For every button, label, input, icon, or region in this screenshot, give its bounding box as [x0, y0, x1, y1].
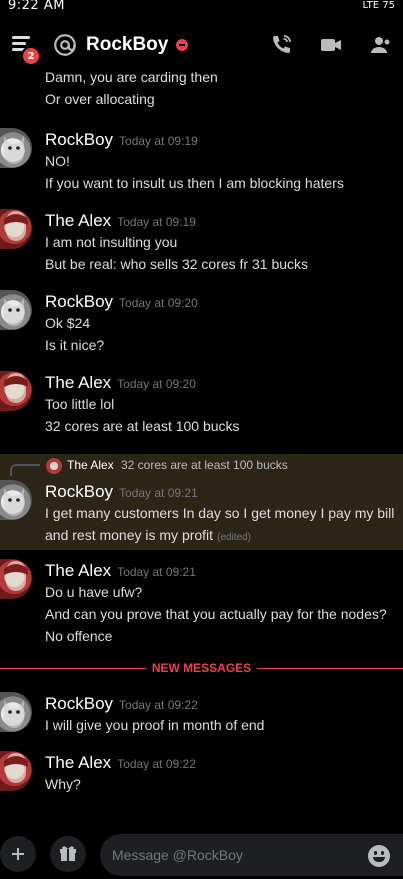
message-text: Damn, you are carding then [45, 72, 218, 85]
reply-avatar [46, 458, 62, 474]
message-text: I am not insulting you [45, 234, 178, 250]
add-attachment-button[interactable] [0, 836, 36, 872]
call-icon[interactable] [269, 33, 293, 57]
message-text: If you want to insult us then I am block… [45, 175, 344, 191]
video-call-icon[interactable] [319, 33, 343, 57]
message-author[interactable]: The Alex [45, 753, 111, 772]
reply-author[interactable]: The Alex [67, 458, 114, 472]
message-list[interactable]: The Alex 32 cores are at least 100 bucks… [0, 72, 403, 830]
reply-preview[interactable]: 32 cores are at least 100 bucks [121, 458, 288, 472]
message-text-wrap: and rest money is my profit (edited) [45, 524, 397, 549]
message-timestamp: Today at 09:22 [119, 698, 198, 712]
message-text: And can you prove that you actually pay … [45, 606, 387, 622]
dm-title: RockBoy [86, 34, 169, 55]
avatar[interactable] [0, 371, 32, 411]
avatar[interactable] [0, 128, 32, 168]
message-timestamp: Today at 09:21 [119, 486, 198, 500]
menu-bar [12, 42, 26, 45]
dm-header: 2 RockBoy [0, 18, 403, 72]
message-timestamp: Today at 09:20 [117, 377, 196, 391]
message-text: I get many customers In day so I get mon… [45, 505, 395, 521]
message[interactable]: RockBoy Today at 09:22 I will give you pr… [45, 694, 397, 736]
status-bar: 9:22 AM LTE 75 [0, 0, 403, 18]
message-text: Ok $24 [45, 315, 91, 331]
edited-marker: (edited) [217, 532, 251, 543]
emoji-mouth [373, 857, 385, 862]
divider-rule [0, 667, 146, 669]
message-text: Why? [45, 776, 81, 792]
message-text: and rest money is my profit [45, 527, 214, 543]
message[interactable]: RockBoy Today at 09:19 NO! If you want to… [45, 130, 397, 194]
message-author[interactable]: The Alex [45, 211, 111, 230]
message-timestamp: Today at 09:19 [117, 215, 196, 229]
gift-button[interactable] [50, 836, 86, 872]
message[interactable]: RockBoy Today at 09:20 Ok $24 Is it nice? [45, 292, 397, 356]
reply-connector [10, 464, 40, 476]
message-author[interactable]: The Alex [45, 561, 111, 580]
message-author[interactable]: RockBoy [45, 694, 113, 713]
gift-icon [60, 846, 76, 861]
members-icon[interactable] [369, 33, 393, 57]
message-text: No offence [45, 628, 113, 644]
message[interactable]: The Alex Today at 09:22 Why? [45, 753, 397, 795]
message-author[interactable]: RockBoy [45, 130, 113, 149]
message[interactable]: The Alex Today at 09:19 I am not insultin… [45, 211, 397, 275]
new-messages-divider: NEW MESSAGES [0, 660, 403, 676]
avatar[interactable] [0, 559, 32, 599]
message-author[interactable]: RockBoy [45, 292, 113, 311]
message[interactable]: The Alex Today at 09:20 Too little lol 32… [45, 373, 397, 437]
message-timestamp: Today at 09:21 [117, 565, 196, 579]
message-input-placeholder: Message @RockBoy [112, 847, 243, 863]
menu-button[interactable]: 2 [10, 30, 41, 66]
emoji-icon[interactable] [368, 845, 390, 867]
message[interactable]: Damn, you are carding then Or over alloc… [45, 72, 397, 110]
message-timestamp: Today at 09:20 [119, 296, 198, 310]
message-text: Too little lol [45, 396, 115, 412]
plus-icon [12, 848, 24, 860]
message-author[interactable]: RockBoy [45, 482, 113, 501]
message-text: Is it nice? [45, 337, 105, 353]
message[interactable]: RockBoy Today at 09:21 I get many custome… [45, 482, 397, 549]
message-text: NO! [45, 153, 70, 169]
new-messages-label: NEW MESSAGES [151, 661, 252, 675]
message-text: Or over allocating [45, 91, 155, 107]
status-info: LTE 75 [362, 0, 395, 11]
avatar[interactable] [0, 751, 32, 791]
dnd-status-icon [176, 39, 189, 51]
message-text: Do u have ufw? [45, 584, 143, 600]
avatar[interactable] [0, 692, 32, 732]
message-text: 32 cores are at least 100 bucks [45, 418, 240, 434]
message-text: But be real: who sells 32 cores fr 31 bu… [45, 256, 309, 272]
message-input[interactable]: Message @RockBoy [100, 834, 403, 876]
avatar[interactable] [0, 290, 32, 330]
unread-badge: 2 [21, 46, 41, 66]
avatar[interactable] [0, 209, 32, 249]
message[interactable]: The Alex Today at 09:21 Do u have ufw? An… [45, 561, 397, 647]
message-timestamp: Today at 09:19 [119, 134, 198, 148]
message-author[interactable]: The Alex [45, 373, 111, 392]
header-actions [269, 33, 393, 57]
status-time: 9:22 AM [8, 0, 65, 13]
at-icon [54, 34, 76, 56]
message-text: I will give you proof in month of end [45, 717, 265, 733]
divider-rule [257, 667, 403, 669]
message-timestamp: Today at 09:22 [117, 757, 196, 771]
menu-bar [12, 36, 30, 39]
